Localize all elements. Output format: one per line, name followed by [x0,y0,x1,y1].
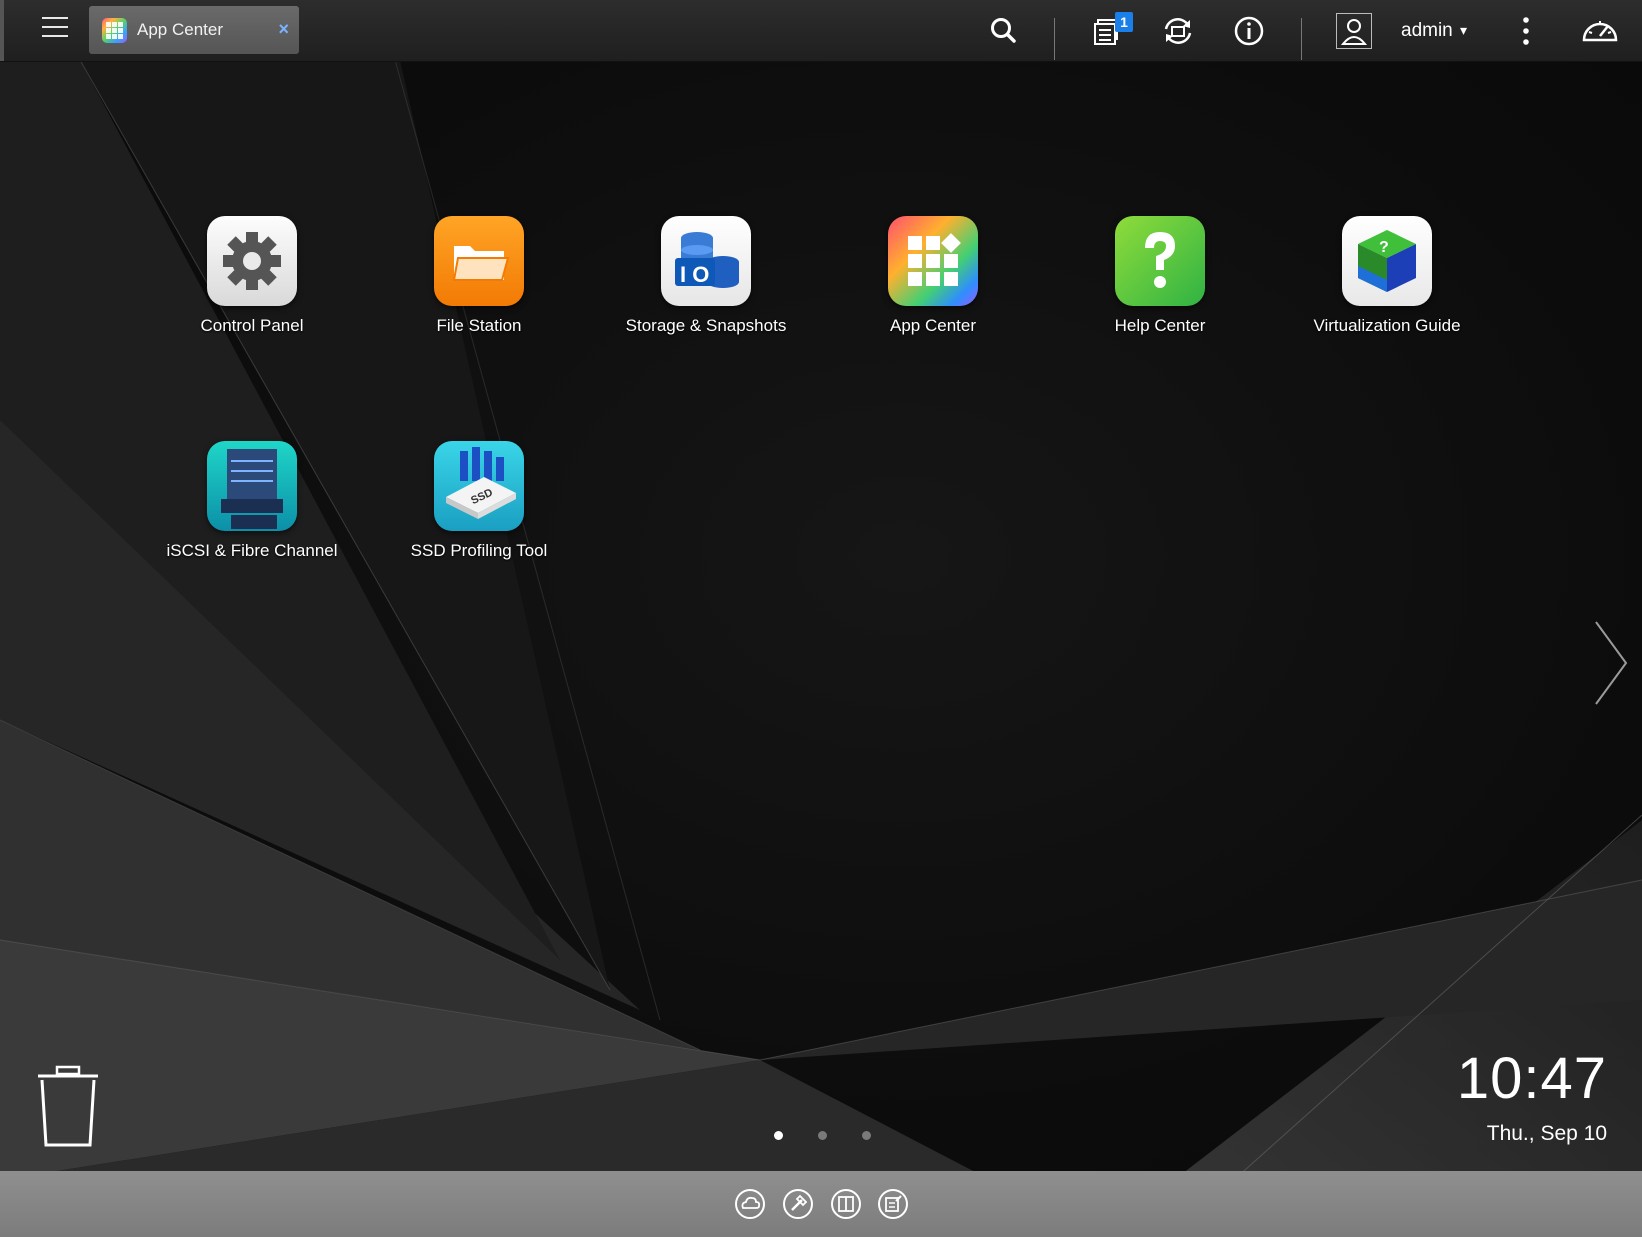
page-dot-2[interactable] [818,1131,827,1140]
ssd-profiling-icon: SSD [434,441,524,531]
app-control-panel[interactable]: Control Panel [152,216,352,336]
book-icon[interactable] [830,1188,862,1220]
top-bar: App Center × 1 admin ▾ [0,0,1642,62]
app-app-center[interactable]: App Center [833,216,1033,336]
notes-icon[interactable] [877,1188,909,1220]
svg-text:I O: I O [680,262,709,287]
app-storage-snapshots[interactable]: I O Storage & Snapshots [606,216,806,336]
control-panel-icon [207,216,297,306]
desktop: App Center × 1 admin ▾ Control Panel Fil… [0,0,1642,1237]
app-label: Control Panel [200,316,304,335]
menu-icon [42,17,68,19]
app-file-station[interactable]: File Station [379,216,579,336]
tab-app-center[interactable]: App Center × [89,6,299,54]
divider [1054,18,1055,60]
app-iscsi[interactable]: iSCSI & Fibre Channel [152,441,352,561]
divider [1301,18,1302,60]
app-virtualization-guide[interactable]: ? Virtualization Guide [1287,216,1487,336]
app-label: iSCSI & Fibre Channel [166,541,338,560]
app-label: Storage & Snapshots [625,316,787,335]
user-avatar[interactable] [1336,13,1372,49]
tab-close-button[interactable]: × [278,19,289,40]
help-center-icon [1115,216,1205,306]
cloud-icon[interactable] [734,1188,766,1220]
app-help-center[interactable]: Help Center [1060,216,1260,336]
virtualization-guide-icon: ? [1342,216,1432,306]
dashboard-icon[interactable] [1579,12,1621,50]
clock-time: 10:47 [1456,1046,1607,1111]
tab-label: App Center [137,20,223,39]
file-station-icon [434,216,524,306]
notification-badge: 1 [1115,12,1133,32]
app-label: App Center [890,316,976,335]
user-icon [1340,19,1368,45]
dock [0,1171,1642,1237]
menu-button[interactable] [0,0,68,61]
page-dot-3[interactable] [862,1131,871,1140]
app-label: Virtualization Guide [1313,316,1461,335]
storage-snapshots-icon: I O [661,216,751,306]
trash-icon[interactable] [36,1065,100,1149]
username-dropdown[interactable]: admin [1401,20,1453,42]
search-icon[interactable] [985,12,1023,50]
app-label: SSD Profiling Tool [410,541,548,560]
info-icon[interactable] [1230,12,1268,50]
tools-icon[interactable] [782,1188,814,1220]
app-ssd-profiling[interactable]: SSD SSD Profiling Tool [379,441,579,561]
app-center-icon [888,216,978,306]
app-center-icon [102,18,127,43]
next-page-arrow[interactable] [1590,618,1630,708]
iscsi-icon [207,441,297,531]
more-icon[interactable] [1508,12,1544,50]
wallpaper [0,59,1642,1237]
sync-icon[interactable] [1159,12,1197,50]
chevron-down-icon[interactable]: ▾ [1460,22,1467,39]
page-dot-1[interactable] [774,1131,783,1140]
clock-date: Thu., Sep 10 [1486,1122,1607,1145]
app-label: File Station [436,316,522,335]
svg-text:?: ? [1379,239,1389,256]
app-label: Help Center [1114,316,1206,335]
